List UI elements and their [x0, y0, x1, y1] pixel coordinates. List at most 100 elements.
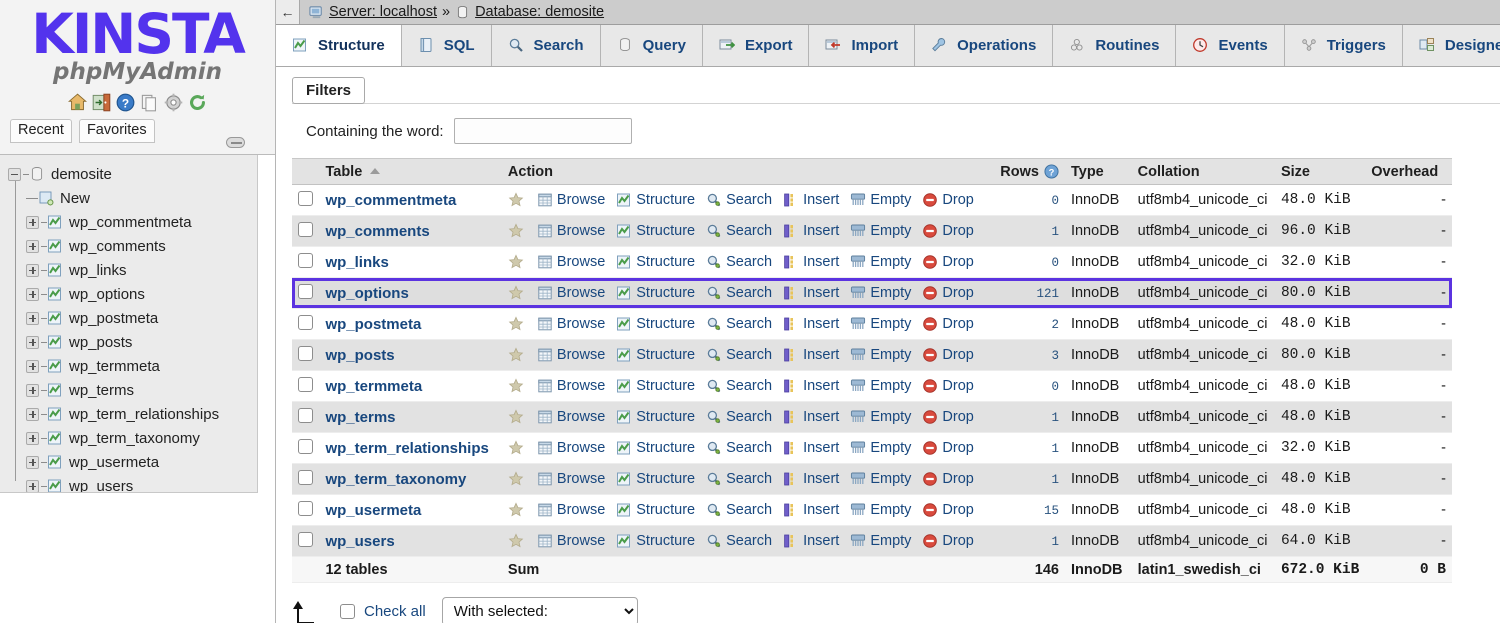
header-size[interactable]: Size: [1275, 159, 1365, 185]
rows-help-icon[interactable]: ?: [1044, 164, 1059, 179]
action-browse[interactable]: Browse: [537, 192, 605, 208]
action-insert[interactable]: Insert: [783, 285, 839, 301]
table-name-link[interactable]: wp_termmeta: [325, 378, 422, 395]
action-search[interactable]: Search: [706, 440, 772, 456]
row-table-name-cell[interactable]: wp_term_relationships: [319, 433, 501, 464]
action-browse[interactable]: Browse: [537, 502, 605, 518]
action-drop[interactable]: Drop: [922, 347, 973, 363]
tree-item-table[interactable]: wp_postmeta: [0, 306, 257, 330]
header-overhead[interactable]: Overhead: [1365, 159, 1452, 185]
tab-structure[interactable]: Structure: [276, 25, 402, 66]
row-table-name-cell[interactable]: wp_posts: [319, 340, 501, 371]
favorite-star-icon[interactable]: [508, 316, 524, 332]
action-browse[interactable]: Browse: [537, 409, 605, 425]
row-checkbox-cell[interactable]: [292, 464, 319, 495]
back-button[interactable]: ←: [276, 0, 300, 24]
row-checkbox[interactable]: [298, 222, 313, 237]
table-row[interactable]: wp_termmetaBrowseStructureSearchInsertEm…: [292, 371, 1452, 402]
row-checkbox-cell[interactable]: [292, 278, 319, 309]
row-checkbox-cell[interactable]: [292, 402, 319, 433]
tree-item-table[interactable]: wp_links: [0, 258, 257, 282]
action-structure[interactable]: Structure: [616, 378, 695, 394]
action-drop[interactable]: Drop: [922, 502, 973, 518]
containing-word-input[interactable]: [454, 118, 632, 144]
tree-item-database[interactable]: demosite: [0, 162, 257, 186]
action-search[interactable]: Search: [706, 192, 772, 208]
action-structure[interactable]: Structure: [616, 285, 695, 301]
breadcrumb-server[interactable]: Server: localhost: [329, 4, 437, 20]
expand-toggle-icon[interactable]: [26, 264, 39, 277]
row-checkbox[interactable]: [298, 501, 313, 516]
action-structure[interactable]: Structure: [616, 347, 695, 363]
table-row[interactable]: wp_term_taxonomyBrowseStructureSearchIns…: [292, 464, 1452, 495]
favorite-star-icon[interactable]: [508, 254, 524, 270]
kinsta-logo[interactable]: KINSTA: [0, 0, 275, 62]
favorite-star-icon[interactable]: [508, 440, 524, 456]
header-type[interactable]: Type: [1065, 159, 1132, 185]
table-row[interactable]: wp_usermetaBrowseStructureSearchInsertEm…: [292, 495, 1452, 526]
action-search[interactable]: Search: [706, 502, 772, 518]
tab-search[interactable]: Search: [492, 25, 601, 66]
row-checkbox[interactable]: [298, 191, 313, 206]
tab-query[interactable]: Query: [601, 25, 703, 66]
table-name-link[interactable]: wp_term_relationships: [325, 440, 488, 457]
action-insert[interactable]: Insert: [783, 440, 839, 456]
row-table-name-cell[interactable]: wp_links: [319, 247, 501, 278]
action-browse[interactable]: Browse: [537, 223, 605, 239]
action-browse[interactable]: Browse: [537, 533, 605, 549]
expand-toggle-icon[interactable]: [26, 336, 39, 349]
table-row[interactable]: wp_postsBrowseStructureSearchInsertEmpty…: [292, 340, 1452, 371]
table-row[interactable]: wp_postmetaBrowseStructureSearchInsertEm…: [292, 309, 1452, 340]
tree-item-table[interactable]: wp_usermeta: [0, 450, 257, 474]
action-drop[interactable]: Drop: [922, 471, 973, 487]
action-drop[interactable]: Drop: [922, 316, 973, 332]
action-structure[interactable]: Structure: [616, 409, 695, 425]
tab-export[interactable]: Export: [703, 25, 810, 66]
action-empty[interactable]: Empty: [850, 440, 911, 456]
select-all-arrow-icon[interactable]: [292, 599, 324, 623]
action-structure[interactable]: Structure: [616, 533, 695, 549]
table-row[interactable]: wp_usersBrowseStructureSearchInsertEmpty…: [292, 526, 1452, 557]
expand-toggle-icon[interactable]: [26, 360, 39, 373]
row-checkbox[interactable]: [298, 408, 313, 423]
filters-title[interactable]: Filters: [292, 77, 365, 104]
action-structure[interactable]: Structure: [616, 192, 695, 208]
action-insert[interactable]: Insert: [783, 254, 839, 270]
tab-favorites[interactable]: Favorites: [79, 119, 155, 143]
action-browse[interactable]: Browse: [537, 254, 605, 270]
action-insert[interactable]: Insert: [783, 223, 839, 239]
action-insert[interactable]: Insert: [783, 347, 839, 363]
row-table-name-cell[interactable]: wp_usermeta: [319, 495, 501, 526]
expand-toggle-icon[interactable]: [26, 288, 39, 301]
expand-toggle-icon[interactable]: [26, 480, 39, 493]
row-table-name-cell[interactable]: wp_options: [319, 278, 501, 309]
tree-item-table[interactable]: wp_comments: [0, 234, 257, 258]
action-structure[interactable]: Structure: [616, 440, 695, 456]
favorite-star-icon[interactable]: [508, 378, 524, 394]
action-search[interactable]: Search: [706, 254, 772, 270]
tree-item-new[interactable]: New: [0, 186, 257, 210]
navigation-toggle-icon[interactable]: [226, 137, 245, 148]
table-name-link[interactable]: wp_links: [325, 254, 388, 271]
favorite-star-icon[interactable]: [508, 223, 524, 239]
tab-events[interactable]: Events: [1176, 25, 1284, 66]
action-structure[interactable]: Structure: [616, 254, 695, 270]
action-empty[interactable]: Empty: [850, 409, 911, 425]
settings-gear-icon[interactable]: [164, 93, 183, 112]
row-checkbox-cell[interactable]: [292, 526, 319, 557]
action-empty[interactable]: Empty: [850, 316, 911, 332]
action-search[interactable]: Search: [706, 471, 772, 487]
row-table-name-cell[interactable]: wp_commentmeta: [319, 185, 501, 216]
row-checkbox[interactable]: [298, 284, 313, 299]
action-search[interactable]: Search: [706, 316, 772, 332]
logout-icon[interactable]: [92, 93, 111, 112]
expand-toggle-icon[interactable]: [26, 216, 39, 229]
action-browse[interactable]: Browse: [537, 471, 605, 487]
action-drop[interactable]: Drop: [922, 378, 973, 394]
docs-icon[interactable]: [140, 93, 159, 112]
action-empty[interactable]: Empty: [850, 192, 911, 208]
action-insert[interactable]: Insert: [783, 533, 839, 549]
row-checkbox[interactable]: [298, 532, 313, 547]
action-drop[interactable]: Drop: [922, 223, 973, 239]
action-browse[interactable]: Browse: [537, 316, 605, 332]
